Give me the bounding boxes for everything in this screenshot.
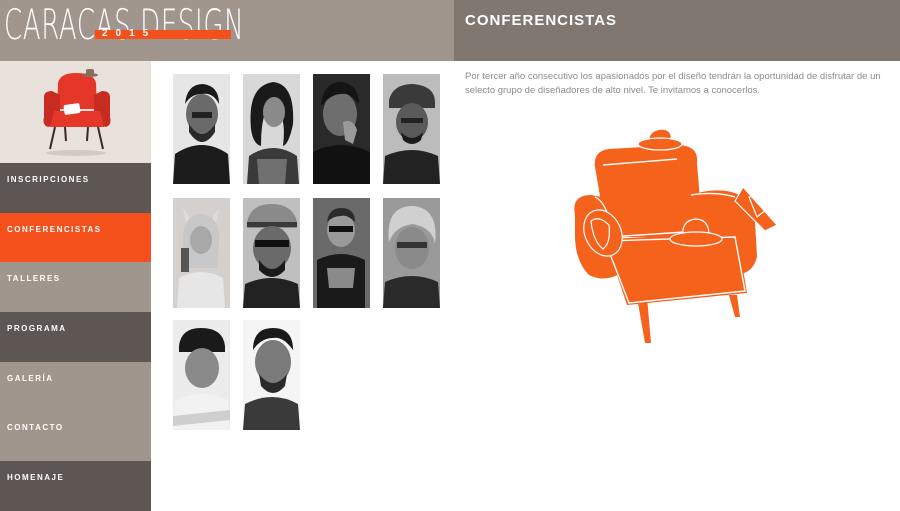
intro-text: Por tercer año consecutivo los apasionad… — [465, 71, 881, 96]
speaker-photo[interactable] — [243, 198, 300, 308]
sidebar: INSCRIPCIONES CONFERENCISTAS TALLERES PR… — [0, 61, 151, 511]
speaker-photo[interactable] — [243, 320, 300, 430]
nav-item-galeria[interactable]: GALERÍA — [0, 361, 151, 412]
orange-armchair-illustration — [574, 128, 778, 343]
logo[interactable]: CARACAS DESIGN 2015 — [0, 0, 454, 61]
page-title: CONFERENCISTAS — [465, 12, 618, 29]
header: CARACAS DESIGN 2015 CONFERENCISTAS — [0, 0, 900, 61]
nav-item-programa[interactable]: PROGRAMA — [0, 312, 151, 362]
speaker-photo[interactable] — [313, 74, 370, 184]
speaker-photo[interactable] — [313, 198, 370, 308]
title-bar — [454, 0, 900, 61]
red-armchair-icon — [0, 61, 151, 163]
speaker-photo[interactable] — [173, 74, 230, 184]
nav-item-inscripciones[interactable]: INSCRIPCIONES — [0, 163, 151, 213]
logo-year: 2015 — [102, 28, 157, 39]
sidebar-chair-image — [0, 61, 151, 163]
speaker-photo[interactable] — [173, 320, 230, 430]
nav-item-homenaje[interactable]: HOMENAJE — [0, 461, 151, 511]
speaker-photo[interactable] — [173, 198, 230, 308]
speaker-photo[interactable] — [383, 74, 440, 184]
page: CARACAS DESIGN 2015 CONFERENCISTAS INSCR… — [0, 0, 900, 511]
speaker-photo[interactable] — [243, 74, 300, 184]
nav-item-contacto[interactable]: CONTACTO — [0, 411, 151, 462]
speaker-photo[interactable] — [383, 198, 440, 308]
logo-text: CARACAS DESIGN — [4, 0, 245, 49]
nav-item-conferencistas[interactable]: CONFERENCISTAS — [0, 212, 151, 263]
main-nav: INSCRIPCIONES CONFERENCISTAS TALLERES PR… — [0, 163, 151, 511]
nav-item-talleres[interactable]: TALLERES — [0, 262, 151, 313]
